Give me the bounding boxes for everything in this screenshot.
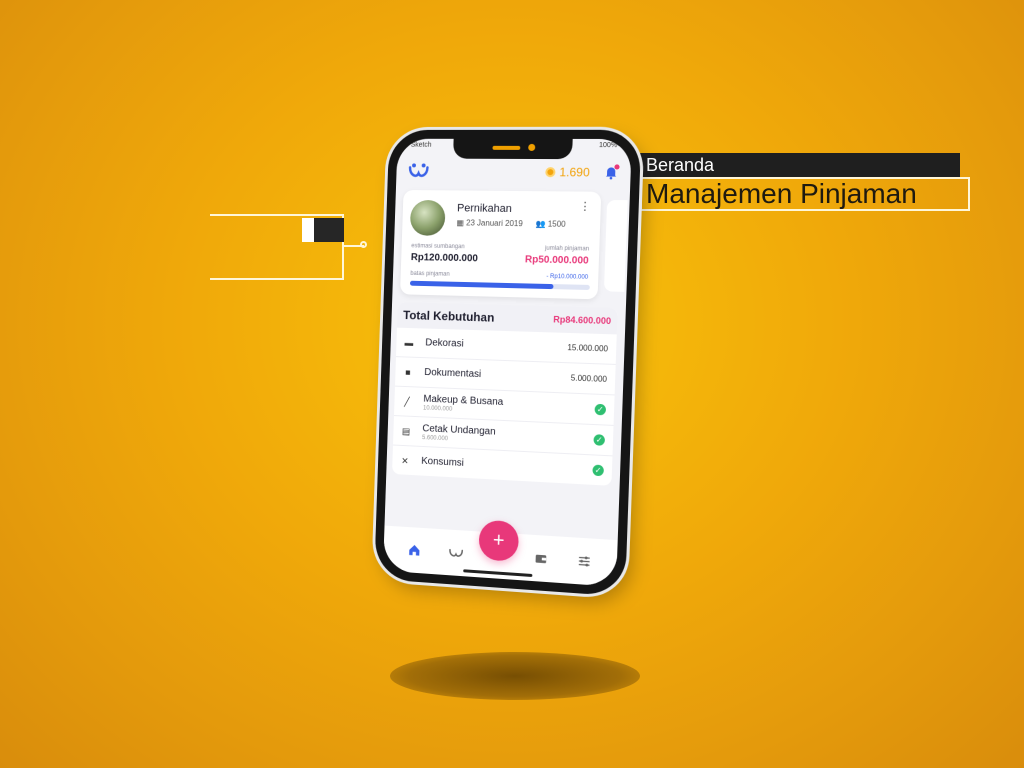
limit-label: batas pinjaman — [410, 271, 450, 278]
need-amount: 5.000.000 — [571, 373, 607, 383]
printer-icon: ▤ — [401, 426, 411, 436]
nav-settings-sliders-icon[interactable] — [574, 551, 595, 573]
coin-balance[interactable]: 1.690 — [545, 165, 590, 179]
left-callout — [210, 214, 344, 280]
limit-value: - Rp10.000.000 — [546, 274, 588, 281]
notification-bell-icon[interactable] — [604, 165, 619, 179]
callout-dot — [360, 241, 367, 248]
callout-subtitle: Manajemen Pinjaman — [640, 177, 970, 211]
event-guests-text: 1500 — [548, 219, 566, 228]
check-icon: ✓ — [592, 465, 604, 477]
phone-screen: Sketch 100% 1.690 Pernikahan ▦ 23 Januar… — [383, 139, 632, 587]
next-event-card-peek[interactable] — [604, 200, 628, 292]
phone: Sketch 100% 1.690 Pernikahan ▦ 23 Januar… — [374, 130, 641, 597]
loan-label: jumlah pinjaman — [545, 246, 589, 253]
check-icon: ✓ — [593, 434, 605, 446]
needs-title: Total Kebutuhan — [403, 308, 495, 325]
event-card[interactable]: Pernikahan ▦ 23 Januari 2019 👥 1500 ⋮ es… — [400, 190, 601, 299]
coin-value: 1.690 — [559, 165, 590, 179]
event-date: ▦ 23 Januari 2019 — [456, 218, 522, 228]
coin-icon — [545, 167, 555, 177]
nav-wallet-icon[interactable] — [531, 548, 552, 569]
event-avatar — [410, 200, 446, 236]
nav-home-icon[interactable] — [404, 540, 424, 561]
need-name: Konsumsi — [421, 456, 593, 476]
people-icon: 👥 — [535, 219, 545, 228]
more-menu-icon[interactable]: ⋮ — [579, 200, 591, 213]
speaker — [492, 146, 520, 150]
camera — [528, 144, 535, 151]
needs-total: Rp84.600.000 — [553, 314, 611, 326]
estimate-value: Rp120.000.000 — [411, 252, 478, 264]
loan-value: Rp50.000.000 — [525, 254, 589, 266]
need-name: Dokumentasi — [424, 367, 571, 384]
brush-icon: ╱ — [402, 396, 412, 406]
check-icon: ✓ — [594, 404, 606, 416]
video-camera-icon: ■ — [403, 367, 413, 377]
app-header: 1.690 — [408, 158, 619, 185]
app-logo-icon[interactable] — [408, 161, 430, 181]
phone-shadow — [390, 652, 640, 700]
callout-block — [302, 218, 314, 242]
need-name: Dekorasi — [425, 337, 567, 353]
notification-dot — [614, 164, 619, 169]
nav-event-icon[interactable] — [446, 542, 466, 563]
estimate-label: estimasi sumbangan — [411, 243, 465, 250]
callout-line — [210, 278, 344, 280]
battery-label: 100% — [599, 142, 618, 149]
sofa-icon: ▬ — [404, 337, 414, 347]
carrier-label: Sketch — [411, 142, 432, 149]
needs-list: Total Kebutuhan Rp84.600.000 ▬ Dekorasi … — [392, 302, 618, 486]
need-amount: 15.000.000 — [567, 343, 608, 353]
limit-progress-fill — [410, 281, 553, 289]
callout-title: Beranda — [640, 153, 960, 177]
calendar-icon: ▦ — [456, 218, 464, 227]
event-date-text: 23 Januari 2019 — [466, 218, 523, 228]
notch — [453, 139, 573, 159]
callout-line — [210, 214, 344, 216]
cutlery-icon: ✕ — [400, 455, 410, 465]
event-guests: 👥 1500 — [535, 219, 565, 228]
limit-progress-bar — [410, 281, 590, 290]
event-title: Pernikahan — [457, 202, 512, 215]
